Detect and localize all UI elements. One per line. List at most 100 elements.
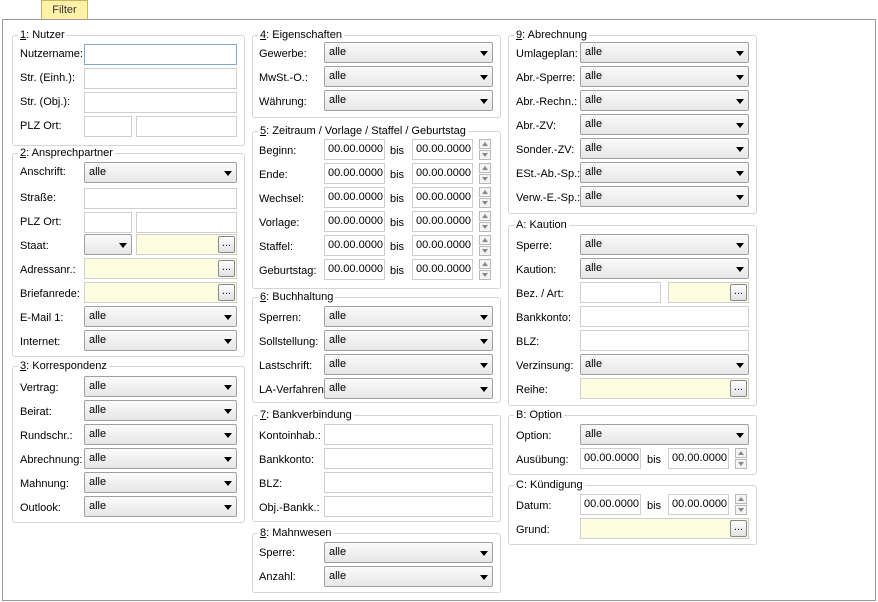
rundschr-select[interactable]: alle xyxy=(84,424,237,445)
staffel-to-input[interactable]: 00.00.0000 xyxy=(412,235,473,256)
abr-zv-select[interactable]: alle xyxy=(580,114,749,135)
ende-from-input[interactable]: 00.00.0000 xyxy=(324,163,385,184)
umlageplan-select[interactable]: alle xyxy=(580,42,749,63)
beginn-to-input[interactable]: 00.00.0000 xyxy=(412,139,473,160)
plz-input-2[interactable] xyxy=(84,212,132,233)
spin-down-icon[interactable] xyxy=(479,270,491,280)
briefanrede-lookup-button[interactable]: ... xyxy=(218,284,235,301)
tab-filter[interactable]: Filter xyxy=(41,0,88,20)
mahn-sperre-select[interactable]: alle xyxy=(324,542,493,563)
mahnung-select[interactable]: alle xyxy=(84,472,237,493)
lastschrift-select[interactable]: alle xyxy=(324,354,493,375)
grund-input[interactable] xyxy=(580,518,749,539)
kontoinhab-input[interactable] xyxy=(324,424,493,445)
spin-down-icon[interactable] xyxy=(479,198,491,208)
est-ab-sp-select[interactable]: alle xyxy=(580,162,749,183)
obj-bankk-input[interactable] xyxy=(324,496,493,517)
ende-to-input[interactable]: 00.00.0000 xyxy=(412,163,473,184)
wechsel-spinner[interactable] xyxy=(479,187,491,208)
kaution-blz-input[interactable] xyxy=(580,330,749,351)
label-gewerbe: Gewerbe: xyxy=(259,48,307,60)
kaution-bankkonto-input[interactable] xyxy=(580,306,749,327)
verw-e-sp-select[interactable]: alle xyxy=(580,186,749,207)
datum-to-input[interactable]: 00.00.0000 xyxy=(668,494,729,515)
strasse-input[interactable] xyxy=(84,188,237,209)
label-waehrung: Währung: xyxy=(259,96,307,108)
spin-down-icon[interactable] xyxy=(479,150,491,160)
spin-up-icon[interactable] xyxy=(735,448,747,458)
adressanr-input[interactable] xyxy=(84,258,237,279)
sperren-select[interactable]: alle xyxy=(324,306,493,327)
ausuebung-to-input[interactable]: 00.00.0000 xyxy=(668,448,729,469)
bankkonto-input[interactable] xyxy=(324,448,493,469)
option-select[interactable]: alle xyxy=(580,424,749,445)
verzinsung-select[interactable]: alle xyxy=(580,354,749,375)
staffel-spinner[interactable] xyxy=(479,235,491,256)
spin-up-icon[interactable] xyxy=(479,139,491,149)
reihe-input[interactable] xyxy=(580,378,749,399)
spin-up-icon[interactable] xyxy=(479,187,491,197)
gewerbe-select[interactable]: alle xyxy=(324,42,493,63)
abr-rechn-select[interactable]: alle xyxy=(580,90,749,111)
anschrift-select[interactable]: alle xyxy=(84,162,237,183)
staat-lookup-button[interactable]: ... xyxy=(218,236,235,253)
bez-input[interactable] xyxy=(580,282,661,303)
nutzername-input[interactable] xyxy=(84,44,237,65)
str-einh-input[interactable] xyxy=(84,68,237,89)
waehrung-select[interactable]: alle xyxy=(324,90,493,111)
beirat-select[interactable]: alle xyxy=(84,400,237,421)
label-abr-sperre: Abr.-Sperre: xyxy=(516,72,576,84)
ausuebung-spinner[interactable] xyxy=(735,448,747,469)
plz-input[interactable] xyxy=(84,116,132,137)
internet-select[interactable]: alle xyxy=(84,330,237,351)
vorlage-to-input[interactable]: 00.00.0000 xyxy=(412,211,473,232)
datum-from-input[interactable]: 00.00.0000 xyxy=(580,494,641,515)
spin-up-icon[interactable] xyxy=(479,211,491,221)
spin-up-icon[interactable] xyxy=(479,235,491,245)
beginn-from-input[interactable]: 00.00.0000 xyxy=(324,139,385,160)
outlook-select[interactable]: alle xyxy=(84,496,237,517)
spin-up-icon[interactable] xyxy=(479,259,491,269)
wechsel-to-input[interactable]: 00.00.0000 xyxy=(412,187,473,208)
beginn-spinner[interactable] xyxy=(479,139,491,160)
spin-down-icon[interactable] xyxy=(735,505,747,515)
abr-sperre-select[interactable]: alle xyxy=(580,66,749,87)
staat-select[interactable] xyxy=(84,234,132,255)
wechsel-from-input[interactable]: 00.00.0000 xyxy=(324,187,385,208)
spin-down-icon[interactable] xyxy=(479,246,491,256)
sollstellung-select[interactable]: alle xyxy=(324,330,493,351)
ort-input-2[interactable] xyxy=(136,212,237,233)
geburtstag-to-input[interactable]: 00.00.0000 xyxy=(412,259,473,280)
kaution-select[interactable]: alle xyxy=(580,258,749,279)
staffel-from-input[interactable]: 00.00.0000 xyxy=(324,235,385,256)
str-obj-input[interactable] xyxy=(84,92,237,113)
spin-down-icon[interactable] xyxy=(735,459,747,469)
sonder-zv-select[interactable]: alle xyxy=(580,138,749,159)
mwst-select[interactable]: alle xyxy=(324,66,493,87)
blz-input[interactable] xyxy=(324,472,493,493)
ausuebung-from-input[interactable]: 00.00.0000 xyxy=(580,448,641,469)
ende-spinner[interactable] xyxy=(479,163,491,184)
vorlage-spinner[interactable] xyxy=(479,211,491,232)
spin-up-icon[interactable] xyxy=(735,494,747,504)
abrechnung-select[interactable]: alle xyxy=(84,448,237,469)
group-title: 1: Nutzer xyxy=(18,29,67,42)
datum-spinner[interactable] xyxy=(735,494,747,515)
briefanrede-input[interactable] xyxy=(84,282,237,303)
spin-down-icon[interactable] xyxy=(479,222,491,232)
email-select[interactable]: alle xyxy=(84,306,237,327)
geburtstag-from-input[interactable]: 00.00.0000 xyxy=(324,259,385,280)
kaution-sperre-select[interactable]: alle xyxy=(580,234,749,255)
ort-input[interactable] xyxy=(136,116,237,137)
grund-lookup-button[interactable]: ... xyxy=(730,520,747,537)
la-verfahren-select[interactable]: alle xyxy=(324,378,493,399)
reihe-lookup-button[interactable]: ... xyxy=(730,380,747,397)
anzahl-select[interactable]: alle xyxy=(324,566,493,587)
art-lookup-button[interactable]: ... xyxy=(730,284,747,301)
vertrag-select[interactable]: alle xyxy=(84,376,237,397)
spin-down-icon[interactable] xyxy=(479,174,491,184)
geburtstag-spinner[interactable] xyxy=(479,259,491,280)
spin-up-icon[interactable] xyxy=(479,163,491,173)
adressanr-lookup-button[interactable]: ... xyxy=(218,260,235,277)
vorlage-from-input[interactable]: 00.00.0000 xyxy=(324,211,385,232)
